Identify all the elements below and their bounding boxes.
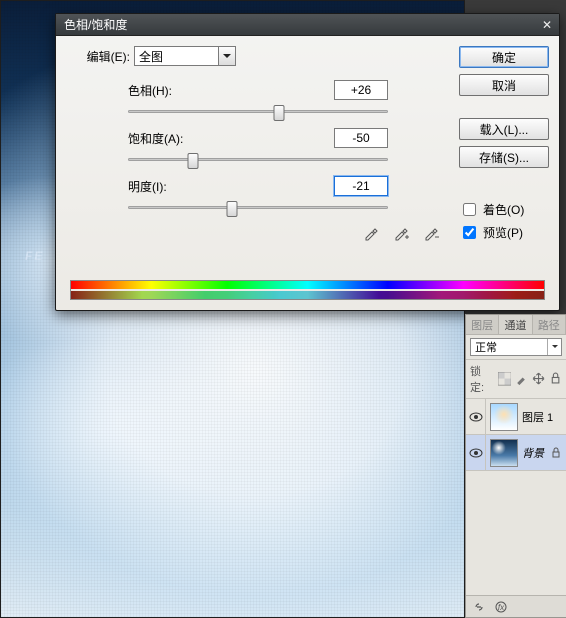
layer-effects-icon[interactable]: fx (494, 600, 508, 614)
chevron-down-icon (552, 345, 558, 351)
lightness-input[interactable] (334, 176, 388, 196)
layers-panel: 图层 通道 路径 正常 锁定: 图层 1 (465, 314, 566, 618)
eyedropper-icon[interactable] (361, 224, 381, 242)
preview-checkbox-input[interactable] (463, 226, 476, 239)
load-button[interactable]: 载入(L)... (459, 118, 549, 140)
preview-checkbox[interactable]: 预览(P) (459, 223, 549, 242)
preview-label: 预览(P) (483, 224, 523, 241)
colorize-checkbox-input[interactable] (463, 203, 476, 216)
blend-mode-combo[interactable]: 正常 (470, 338, 562, 356)
svg-text:fx: fx (498, 603, 505, 612)
saturation-slider[interactable] (128, 152, 388, 166)
lightness-slider-thumb[interactable] (227, 201, 238, 217)
lock-paint-icon[interactable] (515, 372, 528, 386)
hue-input[interactable] (334, 80, 388, 100)
dialog-title: 色相/饱和度 (64, 16, 127, 33)
saturation-input[interactable] (334, 128, 388, 148)
close-icon: ✕ (542, 18, 552, 32)
tab-layers[interactable]: 图层 (466, 315, 499, 334)
lock-all-icon[interactable] (549, 372, 562, 386)
edit-combo[interactable] (134, 46, 236, 66)
chevron-down-icon (223, 54, 231, 62)
colorize-checkbox[interactable]: 着色(O) (459, 200, 549, 219)
saturation-slider-thumb[interactable] (188, 153, 199, 169)
hue-saturation-dialog: 色相/饱和度 ✕ 编辑(E): 色相(H): (55, 13, 560, 311)
eyedropper-subtract-icon[interactable] (421, 224, 441, 242)
lock-label: 锁定: (470, 363, 494, 395)
edit-combo-value[interactable] (134, 46, 218, 66)
hue-slider-thumb[interactable] (273, 105, 284, 121)
lock-icon (550, 447, 566, 459)
layer-row[interactable]: 背景 (466, 435, 566, 471)
tab-paths[interactable]: 路径 (533, 315, 566, 334)
eyedropper-add-icon[interactable] (391, 224, 411, 242)
tab-channels[interactable]: 通道 (499, 315, 532, 334)
hue-slider[interactable] (128, 104, 388, 118)
visibility-toggle[interactable] (466, 435, 486, 470)
blend-mode-value: 正常 (471, 339, 547, 355)
lock-transparency-icon[interactable] (498, 372, 511, 386)
close-button[interactable]: ✕ (539, 17, 555, 33)
layer-name[interactable]: 图层 1 (522, 409, 566, 425)
dialog-titlebar[interactable]: 色相/饱和度 ✕ (56, 14, 559, 36)
saturation-label: 饱和度(A): (128, 130, 218, 147)
hue-spectrum (70, 280, 545, 300)
cancel-button[interactable]: 取消 (459, 74, 549, 96)
eye-icon (469, 448, 483, 458)
edit-label: 编辑(E): (70, 48, 130, 65)
save-button[interactable]: 存储(S)... (459, 146, 549, 168)
lightness-label: 明度(I): (128, 178, 218, 195)
visibility-toggle[interactable] (466, 399, 486, 434)
link-layers-icon[interactable] (472, 600, 486, 614)
layer-name[interactable]: 背景 (522, 445, 550, 461)
watermark: FE (25, 249, 44, 263)
layer-thumbnail[interactable] (490, 439, 518, 467)
colorize-label: 着色(O) (483, 201, 524, 218)
layer-thumbnail[interactable] (490, 403, 518, 431)
hue-label: 色相(H): (128, 82, 218, 99)
edit-combo-dropdown[interactable] (218, 46, 236, 66)
ok-button[interactable]: 确定 (459, 46, 549, 68)
lock-move-icon[interactable] (532, 372, 545, 386)
layer-row[interactable]: 图层 1 (466, 399, 566, 435)
lightness-slider[interactable] (128, 200, 388, 214)
eye-icon (469, 412, 483, 422)
